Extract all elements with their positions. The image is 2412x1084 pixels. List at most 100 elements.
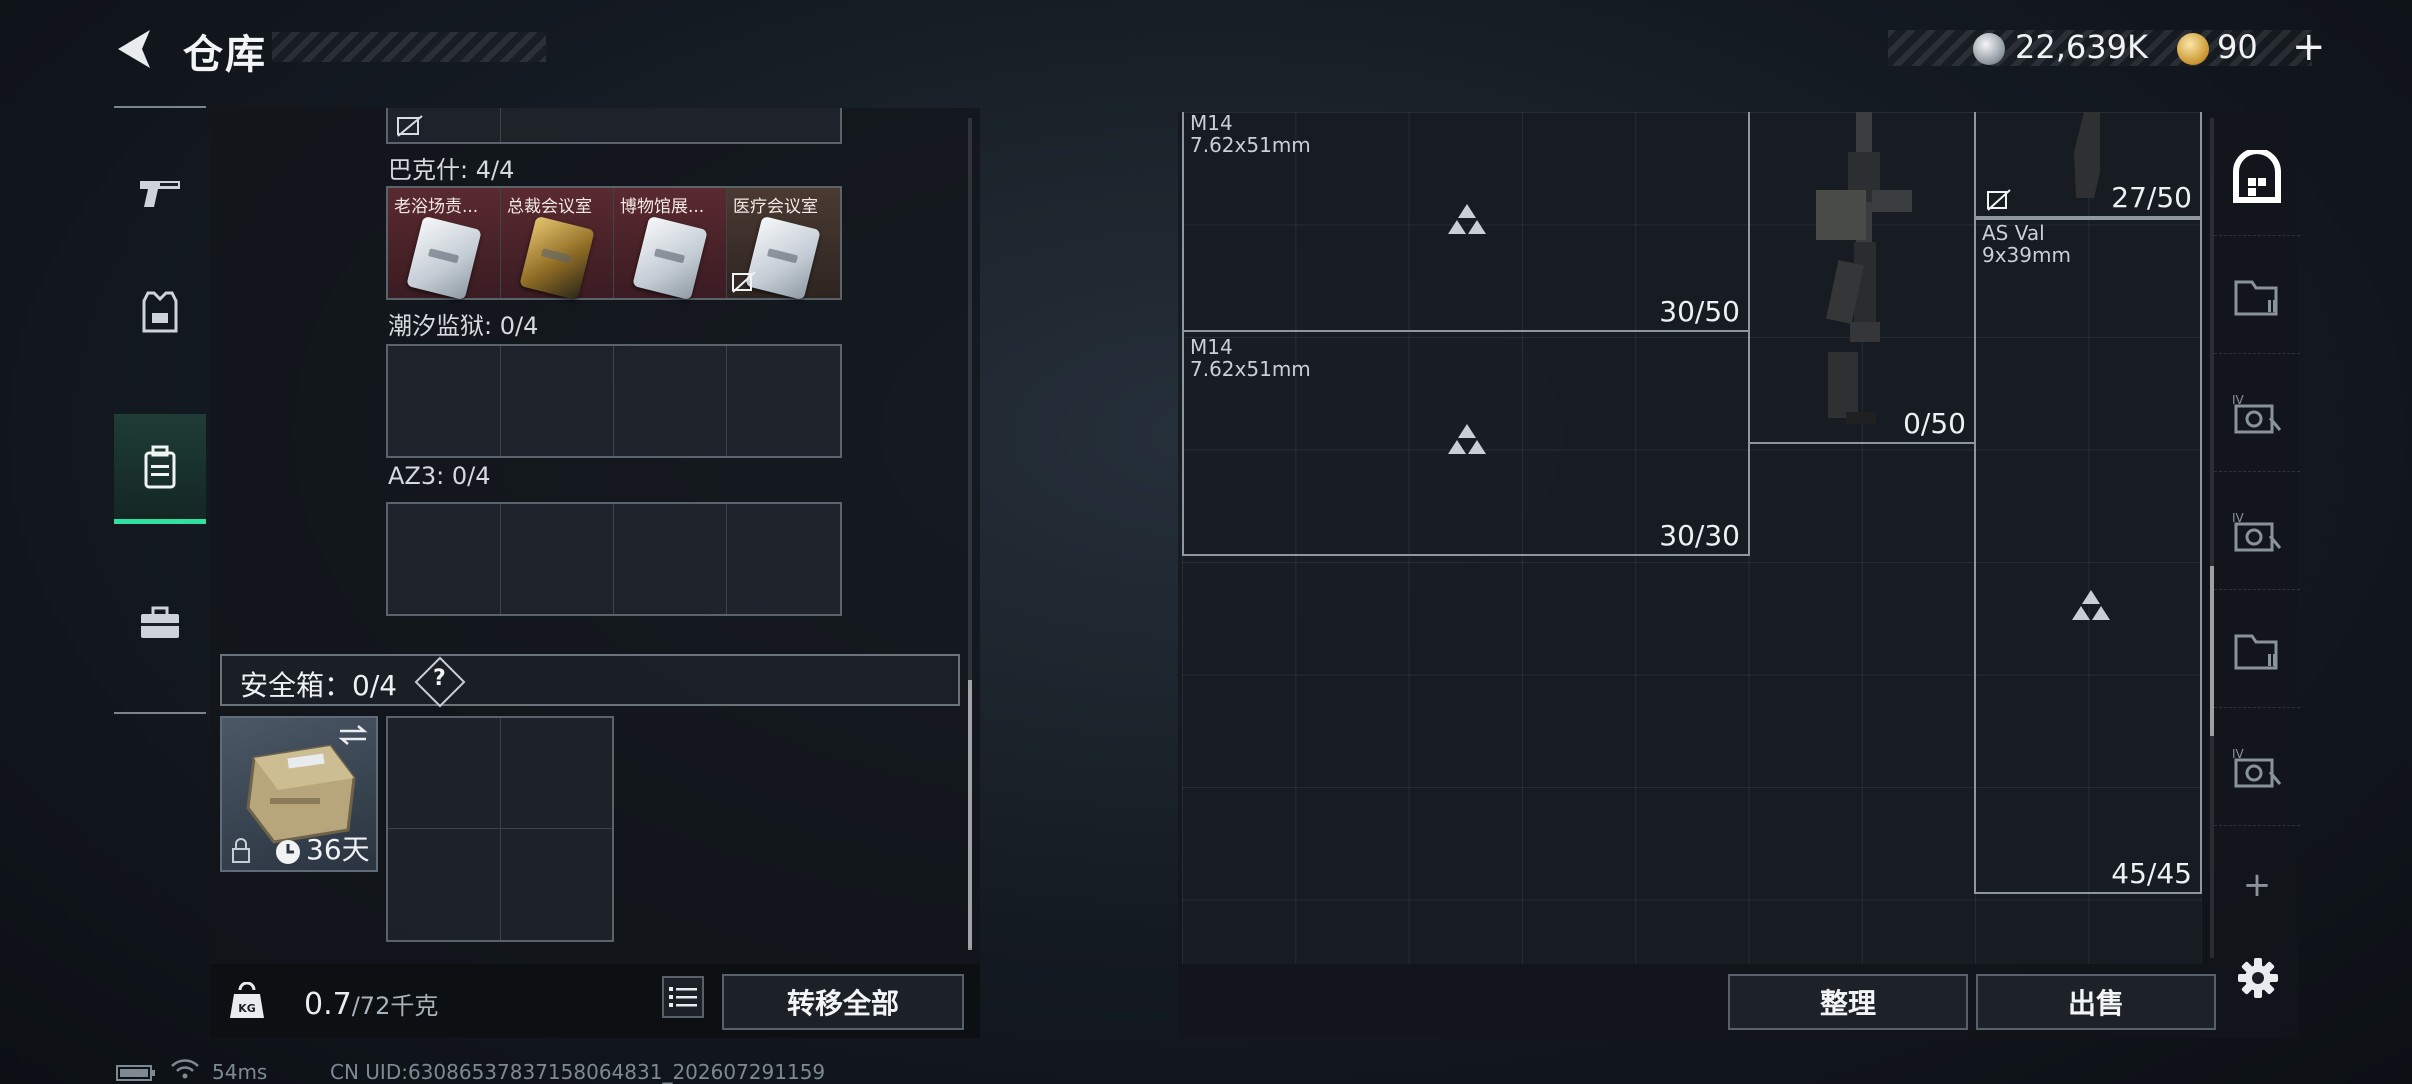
key-slot[interactable] xyxy=(614,346,727,456)
key-card-name: 博物馆展... xyxy=(620,197,705,217)
item-count: 45/45 xyxy=(2111,857,2192,890)
stash-tier4-icon: IV xyxy=(2232,511,2282,551)
help-icon[interactable]: ? xyxy=(433,666,446,691)
key-slot[interactable] xyxy=(614,504,727,614)
weight-readout: 0.7/72千克 xyxy=(304,986,438,1022)
keycard-icon xyxy=(632,215,708,301)
stash-tab-main[interactable] xyxy=(2214,118,2300,236)
stash-tab-nav: IV IV IV + xyxy=(2214,118,2300,966)
stash-item-rifle[interactable]: 0/50 xyxy=(1748,112,1976,444)
key-slot[interactable] xyxy=(388,504,501,614)
item-count: 30/30 xyxy=(1659,519,1740,552)
list-icon xyxy=(669,987,697,1007)
ping-readout: 54ms xyxy=(212,1060,268,1084)
stash-item-stock[interactable]: 27/50 xyxy=(1974,112,2202,218)
back-arrow-icon[interactable] xyxy=(112,26,158,72)
stash-grid[interactable]: M14 7.62x51mm 30/50 M14 7.62x51mm 30/30 … xyxy=(1182,112,2202,964)
add-currency-button[interactable]: + xyxy=(2292,24,2326,70)
item-name: M14 xyxy=(1190,112,1233,135)
add-stash-tab-button[interactable]: + xyxy=(2214,826,2300,944)
left-scrollbar-thumb[interactable] xyxy=(968,680,972,950)
weight-current: 0.7 xyxy=(304,987,352,1022)
safe-box-grid[interactable] xyxy=(386,716,614,942)
pistol-icon xyxy=(140,181,180,207)
sort-button[interactable]: 整理 xyxy=(1728,974,1968,1030)
stash-item-m14[interactable]: M14 7.62x51mm 30/30 xyxy=(1182,330,1750,556)
list-view-button[interactable] xyxy=(662,976,704,1018)
key-card-name: 医疗会议室 xyxy=(733,197,818,217)
key-row-bakesh: 老浴场责... 总裁会议室 博物馆展... 医疗会议室 xyxy=(386,186,842,301)
item-caliber: 7.62x51mm xyxy=(1190,357,1311,381)
stash-main-icon xyxy=(2233,149,2281,203)
item-count: 27/50 xyxy=(2111,181,2192,214)
clock-icon xyxy=(276,840,300,864)
title-decoration xyxy=(272,32,546,62)
unbind-icon xyxy=(397,115,423,137)
battery-icon xyxy=(116,1065,155,1081)
nav-item-equipment[interactable] xyxy=(114,258,206,368)
weight-icon: KG xyxy=(230,982,264,1018)
item-name: M14 xyxy=(1190,335,1233,359)
weight-max: /72千克 xyxy=(351,992,439,1020)
briefcase-icon xyxy=(141,606,179,638)
page-title: 仓库 xyxy=(183,32,267,78)
unbind-icon xyxy=(732,271,756,293)
rifle-icon xyxy=(1816,112,1912,424)
silver-amount: 22,639K xyxy=(2015,28,2148,66)
swap-icon[interactable] xyxy=(338,724,368,746)
backpack-icon xyxy=(144,445,176,488)
key-slot[interactable] xyxy=(388,346,501,456)
nav-item-toolbox[interactable] xyxy=(114,568,206,678)
wifi-icon xyxy=(171,1059,199,1079)
sell-button[interactable]: 出售 xyxy=(1976,974,2216,1030)
item-caliber: 9x39mm xyxy=(1982,243,2071,267)
key-slot[interactable] xyxy=(388,108,501,142)
section-label-az3: AZ3: 0/4 xyxy=(388,462,491,490)
section-label-chaoxi: 潮汐监狱: 0/4 xyxy=(388,312,539,340)
stash-tier4-icon: IV xyxy=(2232,747,2282,787)
key-card-name: 老浴场责... xyxy=(394,197,479,217)
key-slot[interactable] xyxy=(501,346,614,456)
silver-coin-icon xyxy=(1973,33,2005,65)
keycard-gold-icon xyxy=(519,215,595,301)
key-card-slot[interactable]: 医疗会议室 xyxy=(727,188,840,301)
stock-icon xyxy=(2074,112,2100,198)
stash-folder-icon xyxy=(2234,634,2278,669)
key-slot[interactable] xyxy=(727,504,840,614)
item-name: AS Val xyxy=(1982,221,2045,245)
left-nav xyxy=(114,106,206,714)
stash-tab-1[interactable] xyxy=(2214,236,2300,354)
key-slot[interactable] xyxy=(727,346,840,456)
key-row-cut xyxy=(386,108,842,144)
safe-box-case-slot[interactable]: 36天 xyxy=(220,716,378,872)
stash-folder-icon xyxy=(2234,280,2278,315)
kg-label: KG xyxy=(238,1002,256,1015)
stash-tab-5[interactable]: IV xyxy=(2214,708,2300,826)
transfer-all-button[interactable]: 转移全部 xyxy=(722,974,964,1030)
gear-icon[interactable] xyxy=(2236,956,2280,1000)
unbind-icon xyxy=(1987,189,2011,211)
key-slot[interactable] xyxy=(501,504,614,614)
ammo-icon xyxy=(2072,590,2110,620)
key-card-slot[interactable]: 总裁会议室 xyxy=(501,188,614,301)
stash-item-as-val[interactable]: AS Val 9x39mm 45/45 xyxy=(1974,218,2202,894)
lock-icon xyxy=(232,838,250,863)
ammo-icon xyxy=(1448,424,1486,454)
gold-amount: 90 xyxy=(2217,28,2258,66)
uid-readout: CN UID:63086537837158064831_202607291159 xyxy=(330,1060,826,1084)
safe-box-label: 安全箱：0/4 xyxy=(240,669,398,702)
stash-item-m14[interactable]: M14 7.62x51mm 30/50 xyxy=(1182,112,1750,332)
nav-item-weapon[interactable] xyxy=(114,138,206,248)
key-slot[interactable] xyxy=(500,108,840,142)
safe-box-duration: 36天 xyxy=(306,833,370,866)
stash-tab-3[interactable]: IV xyxy=(2214,472,2300,590)
stash-tab-4[interactable] xyxy=(2214,590,2300,708)
key-card-slot[interactable]: 老浴场责... xyxy=(388,188,501,301)
stash-tab-2[interactable]: IV xyxy=(2214,354,2300,472)
key-card-slot[interactable]: 博物馆展... xyxy=(614,188,727,301)
stash-tier4-icon: IV xyxy=(2232,393,2282,433)
key-card-name: 总裁会议室 xyxy=(507,197,592,217)
nav-item-container[interactable] xyxy=(114,414,206,524)
item-caliber: 7.62x51mm xyxy=(1190,133,1311,157)
item-count: 0/50 xyxy=(1903,407,1966,440)
